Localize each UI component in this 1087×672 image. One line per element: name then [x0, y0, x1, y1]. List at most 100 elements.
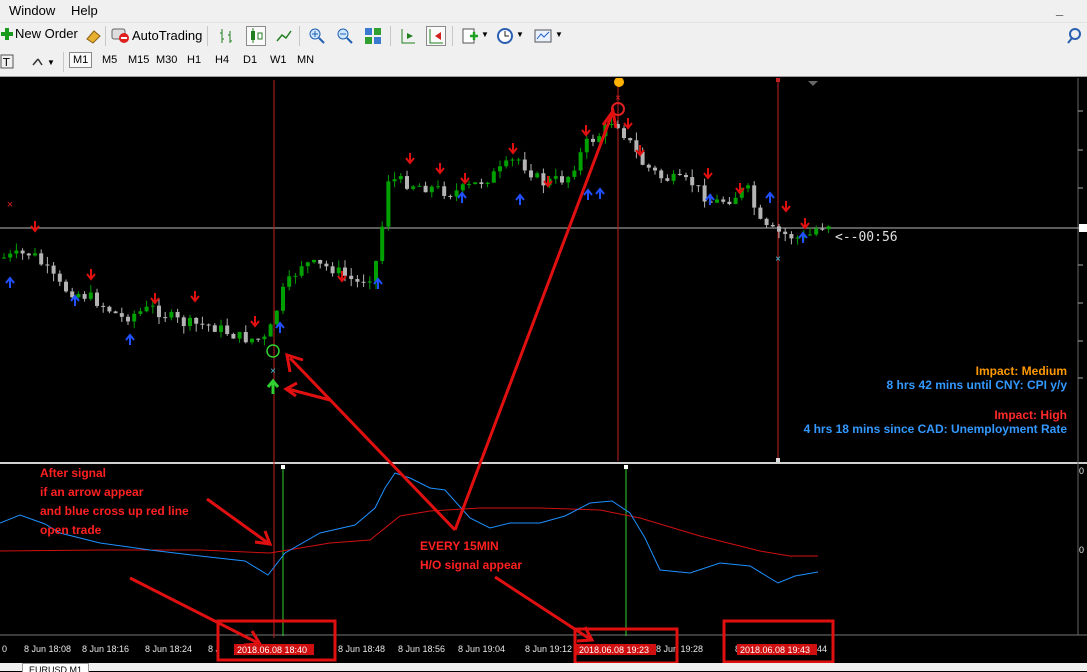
templates-icon[interactable] [534, 27, 552, 45]
autotrading-button[interactable]: AutoTrading [110, 26, 202, 44]
candle [417, 185, 422, 187]
zoom-out-icon[interactable] [336, 27, 354, 45]
candle [386, 181, 391, 227]
candle [529, 170, 533, 178]
dropdown-arrow-icon[interactable]: ▼ [555, 30, 563, 39]
clock-icon[interactable] [496, 27, 514, 45]
dropdown-arrow-icon[interactable]: ▼ [47, 58, 55, 67]
candle [262, 336, 267, 340]
candle [336, 267, 341, 274]
candle [126, 316, 130, 322]
timeframe-d1[interactable]: D1 [243, 54, 257, 66]
candle [76, 294, 81, 298]
tile-windows-icon[interactable] [364, 27, 382, 45]
candle [436, 186, 440, 188]
candle [510, 159, 515, 161]
menu-window[interactable]: Window [9, 3, 55, 18]
candle [609, 124, 614, 126]
indicators-icon[interactable] [461, 27, 479, 45]
autotrading-label: AutoTrading [132, 27, 203, 43]
highlight-time-label: 2018.06.08 19:23 [579, 645, 649, 655]
timeframe-m1[interactable]: M1 [69, 52, 93, 68]
timeframe-m15[interactable]: M15 [128, 54, 149, 66]
annotation-center-2: H/O signal appear [420, 558, 522, 572]
candle [355, 279, 360, 282]
candle [64, 281, 68, 292]
minimize-icon[interactable]: _ [1056, 2, 1063, 17]
candle [535, 173, 540, 178]
svg-text:T: T [2, 56, 10, 69]
candle [783, 231, 788, 235]
new-order-button[interactable]: New Order [0, 26, 78, 41]
candle [814, 228, 819, 235]
timeframe-h4[interactable]: H4 [215, 54, 229, 66]
candle [318, 259, 323, 264]
candle [26, 253, 31, 256]
candle [721, 199, 726, 202]
candle [454, 190, 459, 197]
text-label-icon[interactable]: T [0, 53, 18, 71]
zoom-in-icon[interactable] [308, 27, 326, 45]
annotation-line-3: and blue cross up red line [40, 504, 189, 518]
menu-bar: Window Help _ [0, 0, 1087, 22]
candle [281, 286, 285, 311]
news-impact-high: Impact: High [994, 408, 1067, 422]
candle [287, 276, 292, 287]
candle [250, 338, 254, 343]
candle [789, 234, 794, 239]
timeframe-m30[interactable]: M30 [156, 54, 177, 66]
candle [330, 266, 335, 274]
candle [88, 292, 93, 299]
line-chart-icon[interactable] [275, 27, 293, 45]
menu-help[interactable]: Help [71, 3, 98, 18]
candle [665, 178, 670, 181]
candle [305, 262, 310, 267]
dropdown-arrow-icon[interactable]: ▼ [481, 30, 489, 39]
candle [758, 207, 763, 219]
candle [107, 306, 112, 312]
candle [504, 160, 509, 167]
candle [113, 311, 118, 314]
price-chart[interactable]: × × × × <--00:56 Impact: Medium 8 hrs 42… [0, 78, 1087, 663]
candle [696, 185, 701, 187]
candle [491, 171, 496, 183]
timeframe-mn[interactable]: MN [297, 54, 314, 66]
dropdown-arrow-icon[interactable]: ▼ [516, 30, 524, 39]
candle [764, 218, 769, 226]
annotation-line-2: if an arrow appear [40, 485, 144, 499]
bar-chart-icon[interactable] [218, 27, 236, 45]
news-event-cny: 8 hrs 42 mins until CNY: CPI y/y [887, 378, 1068, 392]
candle [20, 250, 25, 254]
candle [39, 253, 44, 265]
search-icon[interactable] [1066, 27, 1084, 45]
chart-shift-icon[interactable] [399, 27, 417, 45]
main-toolbar: New Order AutoTrading ▼ ▼ ▼ [0, 22, 1087, 49]
candle [622, 128, 626, 139]
autoscroll-icon[interactable] [426, 26, 446, 46]
candle [212, 325, 217, 332]
timeframe-w1[interactable]: W1 [270, 54, 287, 66]
candle [628, 138, 633, 141]
candle [82, 294, 87, 299]
indicator-axis-label: 0 [1079, 466, 1084, 476]
candle [572, 170, 577, 177]
candle [777, 226, 781, 232]
candle [119, 313, 124, 317]
candle [516, 159, 521, 161]
news-event-cad: 4 hrs 18 mins since CAD: Unemployment Ra… [804, 422, 1068, 436]
candle [820, 228, 825, 230]
eraser-icon[interactable] [84, 27, 102, 45]
timeframe-h1[interactable]: H1 [187, 54, 201, 66]
axis-fragment-right: 44 [817, 644, 827, 654]
time-label-prefix: 8 Jun 19:12 [525, 644, 572, 654]
arrows-icon[interactable] [30, 53, 48, 71]
candle [473, 182, 478, 185]
candle [237, 332, 242, 339]
time-label: 8 Jun 18:56 [398, 644, 445, 654]
candlestick-icon[interactable] [246, 26, 266, 46]
timeframe-m5[interactable]: M5 [102, 54, 117, 66]
candle [727, 201, 732, 205]
price-marker [1079, 224, 1087, 232]
candle [225, 325, 230, 335]
candle [578, 152, 583, 171]
